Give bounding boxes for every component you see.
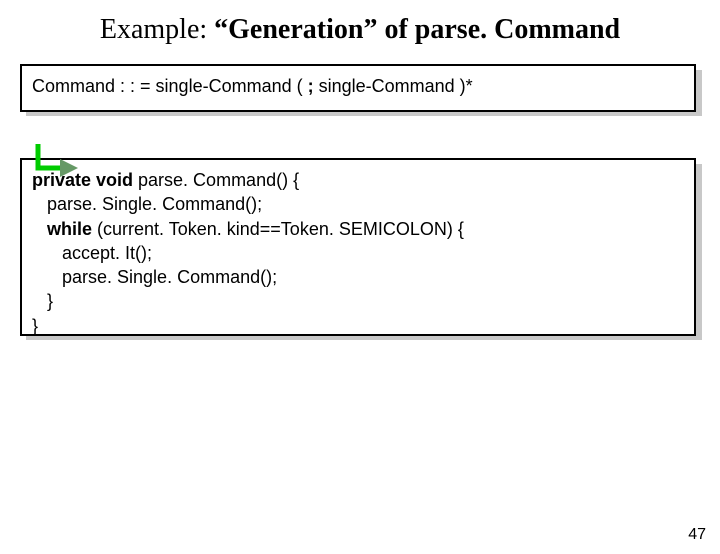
derives-arrow-icon xyxy=(22,142,82,192)
arrow-head xyxy=(60,159,78,177)
title-suffix: of parse. Command xyxy=(377,14,620,45)
code-box: private void parse. Command() { parse. S… xyxy=(20,158,696,336)
code-line-3: while (current. Token. kind==Token. SEMI… xyxy=(32,217,684,241)
grammar-rhs: single-Command )* xyxy=(314,76,473,96)
slide-title: Example: “Generation” of parse. Command xyxy=(0,14,720,46)
grammar-lhs: Command : : = single-Command ( xyxy=(32,76,308,96)
code-l3a xyxy=(32,219,47,239)
kw-while: while xyxy=(47,219,92,239)
arrow-stem xyxy=(38,144,62,168)
grammar-box: Command : : = single-Command ( ; single-… xyxy=(20,64,696,112)
code-box-wrap: private void parse. Command() { parse. S… xyxy=(20,158,696,334)
code-line-1: private void parse. Command() { xyxy=(32,168,684,192)
code-line-6: } xyxy=(32,289,684,313)
code-line-7: } xyxy=(32,314,684,338)
page-number: 47 xyxy=(688,526,706,544)
code-l1b: parse. Command() { xyxy=(133,170,299,190)
code-line-4: accept. It(); xyxy=(32,241,684,265)
code-line-2: parse. Single. Command(); xyxy=(32,192,684,216)
grammar-box-wrap: Command : : = single-Command ( ; single-… xyxy=(20,64,696,110)
title-quoted: “Generation” xyxy=(214,14,377,45)
title-prefix: Example: xyxy=(100,14,214,45)
code-l3c: (current. Token. kind==Token. SEMICOLON)… xyxy=(92,219,464,239)
code-line-5: parse. Single. Command(); xyxy=(32,265,684,289)
